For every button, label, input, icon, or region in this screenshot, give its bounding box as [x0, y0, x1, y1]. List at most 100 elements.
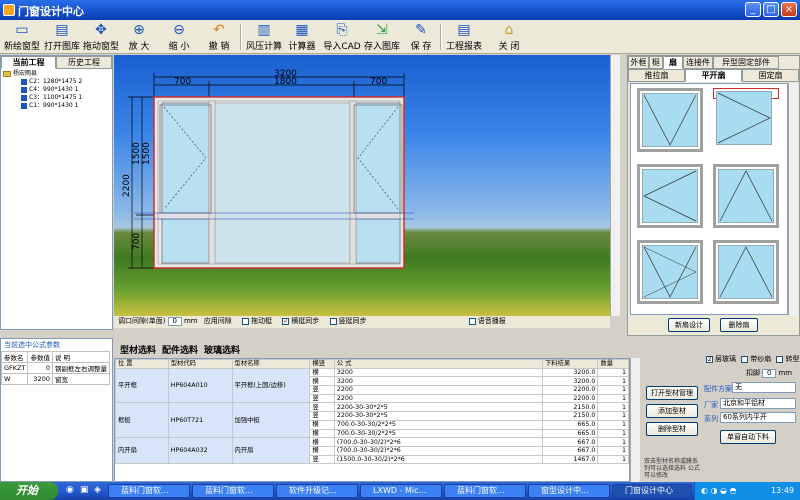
- tab-current-project[interactable]: 当前工程: [1, 56, 56, 69]
- tab-sash[interactable]: 扇: [663, 56, 683, 69]
- tab-sliding-sash[interactable]: 推拉扇: [628, 69, 685, 82]
- params-row[interactable]: W 3200 窗宽: [0, 373, 110, 385]
- material-formula[interactable]: 700.0-30-30/2*2*5: [333, 419, 543, 430]
- material-formula[interactable]: 3200: [333, 376, 543, 387]
- delete-sash-button[interactable]: 删除扇: [720, 318, 758, 332]
- material-formula[interactable]: 2200-30-30*2*5: [333, 411, 543, 421]
- drag-window-button[interactable]: ✥ 拖动窗型: [82, 22, 120, 53]
- close-project-button[interactable]: ⌂ 关 闭: [494, 22, 524, 53]
- material-code[interactable]: HP604A010: [167, 367, 233, 404]
- tab-mullion[interactable]: 梃: [649, 56, 663, 69]
- voice-checkbox[interactable]: [468, 317, 476, 325]
- material-code[interactable]: HP60T721: [167, 402, 233, 439]
- tree-item[interactable]: C4：990*1430 1: [3, 86, 82, 94]
- auto-cut-button[interactable]: 单窗自动下料: [720, 430, 776, 444]
- tab-glass-material[interactable]: 玻璃选料: [204, 344, 240, 358]
- sash-gallery-scrollbar[interactable]: [788, 83, 798, 315]
- zoom-out-button[interactable]: ⊖ 缩 小: [164, 22, 194, 53]
- material-position[interactable]: 框梃: [115, 402, 169, 439]
- open-profile-manager-button[interactable]: 打开型材管理: [646, 386, 698, 400]
- series-select[interactable]: 60系列内平开: [720, 412, 796, 423]
- maximize-button[interactable]: □: [763, 2, 779, 17]
- calculator-button[interactable]: ▦ 计算器: [286, 22, 318, 53]
- quicklaunch-icon[interactable]: ◈: [94, 485, 101, 495]
- tab-outer-frame[interactable]: 外框: [628, 56, 649, 69]
- special-checkbox[interactable]: [776, 355, 784, 363]
- tab-accessory-material[interactable]: 配件选料: [162, 344, 198, 358]
- handle-input[interactable]: 0: [762, 368, 777, 378]
- save-library-button[interactable]: ⇲ 存入图库: [362, 22, 402, 53]
- vert-sync-checkbox[interactable]: [329, 317, 337, 325]
- task-button-active[interactable]: 门窗设计中心: [612, 484, 692, 498]
- delete-profile-button[interactable]: 删除型材: [646, 422, 698, 436]
- glass-checkbox[interactable]: 2: [706, 355, 713, 363]
- window-drawing[interactable]: 3200 700 1800 700 2200 1500 1500 700: [114, 55, 610, 316]
- task-button[interactable]: 蓝料门窗软...: [108, 484, 190, 498]
- material-name[interactable]: 加强中梃: [231, 402, 311, 439]
- material-formula[interactable]: 2200: [333, 393, 543, 404]
- tab-profile-material[interactable]: 型材选料: [120, 344, 156, 358]
- zoom-in-button[interactable]: ⊕ 放 大: [124, 22, 154, 53]
- quicklaunch-icon[interactable]: ▣: [80, 485, 89, 495]
- material-formula[interactable]: (700.0-30-30/2)*2*6: [333, 437, 543, 447]
- material-formula[interactable]: (1500.0-30-30/2)*2*6: [333, 454, 543, 465]
- sash-thumb[interactable]: [637, 240, 703, 304]
- material-row[interactable]: 平开框 HP604A010 平开框(上固/边移) 横 3200 3200.0 1: [115, 367, 629, 404]
- save-button[interactable]: ✎ 保 存: [406, 22, 436, 53]
- task-button[interactable]: 蓝料门窗软...: [192, 484, 274, 498]
- screen-checkbox[interactable]: [741, 355, 749, 363]
- tab-history-project[interactable]: 历史工程: [56, 56, 112, 69]
- material-formula[interactable]: 2200: [333, 385, 543, 395]
- start-button[interactable]: 开始: [0, 482, 58, 500]
- open-library-button[interactable]: ▤ 打开图库: [42, 22, 82, 53]
- new-sash-button[interactable]: 新扇设计: [668, 318, 710, 332]
- scheme-select[interactable]: 无: [732, 382, 796, 393]
- import-cad-button[interactable]: ⎘ 导入CAD: [322, 22, 362, 53]
- gap-input[interactable]: 0: [167, 316, 182, 326]
- material-formula[interactable]: 700.0-30-30/2*2*5: [333, 428, 543, 439]
- material-formula[interactable]: 3200: [333, 367, 543, 378]
- task-button[interactable]: 窗型设计中...: [528, 484, 610, 498]
- tab-casement-sash[interactable]: 平开扇: [685, 69, 742, 82]
- params-row[interactable]: GFKZT 0 钢副框左右调整量: [0, 362, 110, 374]
- material-row[interactable]: 内开扇 HP604A032 内开扇横 (700.0-30-30/2)*2*6 667.0…: [115, 437, 629, 465]
- vendor-select[interactable]: 北京和平铝材: [720, 398, 796, 409]
- apply-gap-label[interactable]: 应用间隙: [204, 317, 232, 325]
- tab-special-part[interactable]: 异型固定部件: [713, 56, 779, 69]
- tree-item[interactable]: C1：990*1430 1: [3, 102, 82, 110]
- tab-fixed-sash[interactable]: 固定扇: [742, 69, 799, 82]
- material-code[interactable]: HP604A032: [167, 437, 233, 465]
- new-window-button[interactable]: ▭ 新绘窗型: [2, 22, 42, 53]
- horiz-sync-checkbox[interactable]: ✓: [282, 317, 290, 325]
- tree-item[interactable]: C2：1280*1475 2: [3, 78, 82, 86]
- sash-thumb[interactable]: [637, 88, 703, 152]
- report-button[interactable]: ▤ 工程报表: [444, 22, 484, 53]
- task-button[interactable]: 蓝料门窗软...: [444, 484, 526, 498]
- drawing-canvas[interactable]: 3200 700 1800 700 2200 1500 1500 700: [114, 55, 610, 316]
- tree-root[interactable]: 杨宏雨县: [3, 70, 82, 78]
- undo-button[interactable]: ↶ 撤 销: [204, 22, 234, 53]
- material-name[interactable]: 平开框(上固/边移): [231, 367, 311, 404]
- tray-icons[interactable]: ◐ ◑ ◒ ◓: [701, 482, 737, 500]
- quicklaunch-icon[interactable]: ◉: [66, 485, 74, 495]
- canvas-vertical-scrollbar[interactable]: [610, 55, 620, 316]
- sash-thumb[interactable]: [713, 164, 779, 228]
- close-window-button[interactable]: ×: [781, 2, 797, 17]
- material-name[interactable]: 内开扇: [231, 437, 311, 465]
- minimize-button[interactable]: _: [745, 2, 761, 17]
- drag-frame-checkbox[interactable]: [242, 317, 250, 325]
- material-formula[interactable]: 2200-30-30*2*5: [333, 402, 543, 413]
- tab-connector[interactable]: 连接件: [683, 56, 713, 69]
- material-formula[interactable]: (700.0-30-30/2)*2*6: [333, 445, 543, 456]
- wind-pressure-button[interactable]: ▥ 风压计算: [244, 22, 284, 53]
- grid-scrollbar[interactable]: [630, 358, 640, 482]
- task-button[interactable]: LXWD - Mic...: [360, 484, 442, 498]
- sash-thumb[interactable]: [713, 240, 779, 304]
- material-position[interactable]: 内开扇: [115, 437, 169, 465]
- task-button[interactable]: 软件升级记...: [276, 484, 358, 498]
- sash-thumb[interactable]: [637, 164, 703, 228]
- add-profile-button[interactable]: 添加型材: [646, 404, 698, 418]
- material-position[interactable]: 平开框: [115, 367, 169, 404]
- sash-thumb-selected[interactable]: [713, 88, 779, 145]
- tree-item[interactable]: C3：1100*1475 1: [3, 94, 82, 102]
